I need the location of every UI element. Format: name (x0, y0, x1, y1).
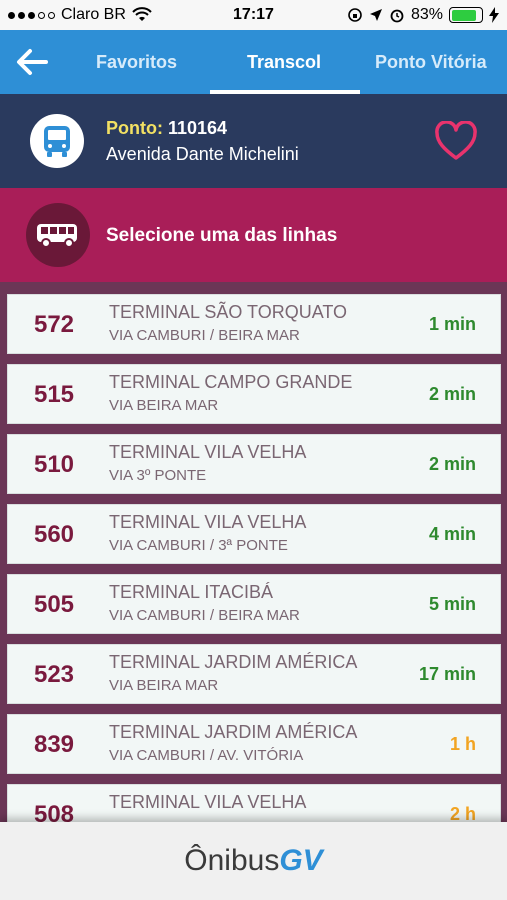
line-destination: TERMINAL VILA VELHA (109, 792, 307, 812)
bus-line-row[interactable]: 839 TERMINAL JARDIM AMÉRICA VIA CAMBURI … (7, 714, 501, 774)
stop-label: Ponto: (106, 118, 163, 138)
line-code: 523 (33, 661, 75, 688)
line-via: VIA CAMBURI / BEIRA MAR (109, 607, 300, 624)
logo-accent: GV (279, 844, 323, 877)
stop-number-line: Ponto: 110164 (106, 118, 227, 139)
line-destination: TERMINAL VILA VELHA (109, 512, 307, 532)
select-line-header: Selecione uma das linhas (0, 188, 507, 282)
bus-line-row[interactable]: 510 TERMINAL VILA VELHA VIA 3º PONTE 2 m… (7, 434, 501, 494)
line-arrival-time: 2 min (428, 384, 476, 404)
line-via: VIA CAMBURI / BEIRA MAR (109, 327, 300, 344)
line-via: VIA BEIRA MAR (109, 677, 219, 694)
battery-percent: 83% (410, 6, 443, 23)
line-destination: TERMINAL SÃO TORQUATO (109, 302, 348, 322)
back-arrow-icon[interactable] (14, 44, 50, 80)
location-icon (369, 9, 382, 21)
line-code: 510 (33, 451, 75, 478)
line-destination: TERMINAL ITACIBÁ (109, 582, 274, 602)
line-arrival-time: 17 min (418, 664, 476, 684)
charging-icon (489, 7, 499, 23)
line-via: VIA CAMBURI / AV. VITÓRIA (109, 747, 304, 764)
tab-ponto-vitoria[interactable]: Ponto Vitória (375, 52, 487, 73)
bus-line-row[interactable]: 515 TERMINAL CAMPO GRANDE VIA BEIRA MAR … (7, 364, 501, 424)
line-arrival-time: 1 min (428, 314, 476, 334)
stop-number: 110164 (168, 118, 228, 138)
bus-line-row[interactable]: 572 TERMINAL SÃO TORQUATO VIA CAMBURI / … (7, 294, 501, 354)
line-arrival-time: 5 min (428, 594, 476, 614)
line-arrival-time: 4 min (428, 524, 476, 544)
line-arrival-time: 1 h (449, 734, 476, 754)
line-via: VIA CAMBURI / 3ª PONTE (109, 537, 288, 554)
line-code: 560 (33, 521, 75, 548)
stop-header: Ponto: 110164 Avenida Dante Michelini (0, 94, 507, 188)
bus-line-row[interactable]: 508 TERMINAL VILA VELHA 2 h (7, 784, 501, 822)
line-via: VIA BEIRA MAR (109, 397, 219, 414)
tab-transcol[interactable]: Transcol (247, 52, 321, 73)
line-destination: TERMINAL JARDIM AMÉRICA (109, 722, 358, 742)
battery-fill (451, 9, 476, 21)
favorite-heart-icon[interactable] (434, 121, 478, 161)
line-arrival-time: 2 h (449, 804, 476, 822)
top-nav: Favoritos Transcol Ponto Vitória (0, 30, 507, 94)
status-right: 83% (347, 6, 499, 24)
line-code: 505 (33, 591, 75, 618)
onibusgv-logo: Ônibus GV (184, 844, 322, 878)
bus-front-icon (30, 114, 84, 168)
line-code: 572 (33, 311, 75, 338)
battery-icon (449, 7, 483, 23)
status-bar: Claro BR 17:17 83% (0, 0, 507, 30)
select-line-title: Selecione uma das linhas (106, 225, 338, 246)
tab-favoritos[interactable]: Favoritos (96, 52, 177, 73)
line-code: 508 (33, 801, 75, 822)
logo-text: Ônibus (184, 844, 280, 877)
line-via: VIA 3º PONTE (109, 467, 207, 484)
line-destination: TERMINAL CAMPO GRANDE (109, 372, 353, 392)
line-destination: TERMINAL VILA VELHA (109, 442, 307, 462)
stop-street: Avenida Dante Michelini (106, 144, 299, 164)
line-code: 515 (33, 381, 75, 408)
bus-line-row[interactable]: 505 TERMINAL ITACIBÁ VIA CAMBURI / BEIRA… (7, 574, 501, 634)
bus-line-row[interactable]: 523 TERMINAL JARDIM AMÉRICA VIA BEIRA MA… (7, 644, 501, 704)
alarm-icon (390, 9, 404, 23)
bus-line-list[interactable]: 572 TERMINAL SÃO TORQUATO VIA CAMBURI / … (0, 282, 507, 822)
line-arrival-time: 2 min (428, 454, 476, 474)
line-code: 839 (33, 731, 75, 758)
rotation-lock-icon (348, 8, 362, 22)
bus-line-row[interactable]: 560 TERMINAL VILA VELHA VIA CAMBURI / 3ª… (7, 504, 501, 564)
footer-bar: Ônibus GV (0, 822, 507, 900)
line-destination: TERMINAL JARDIM AMÉRICA (109, 652, 358, 672)
bus-side-icon (26, 203, 90, 267)
